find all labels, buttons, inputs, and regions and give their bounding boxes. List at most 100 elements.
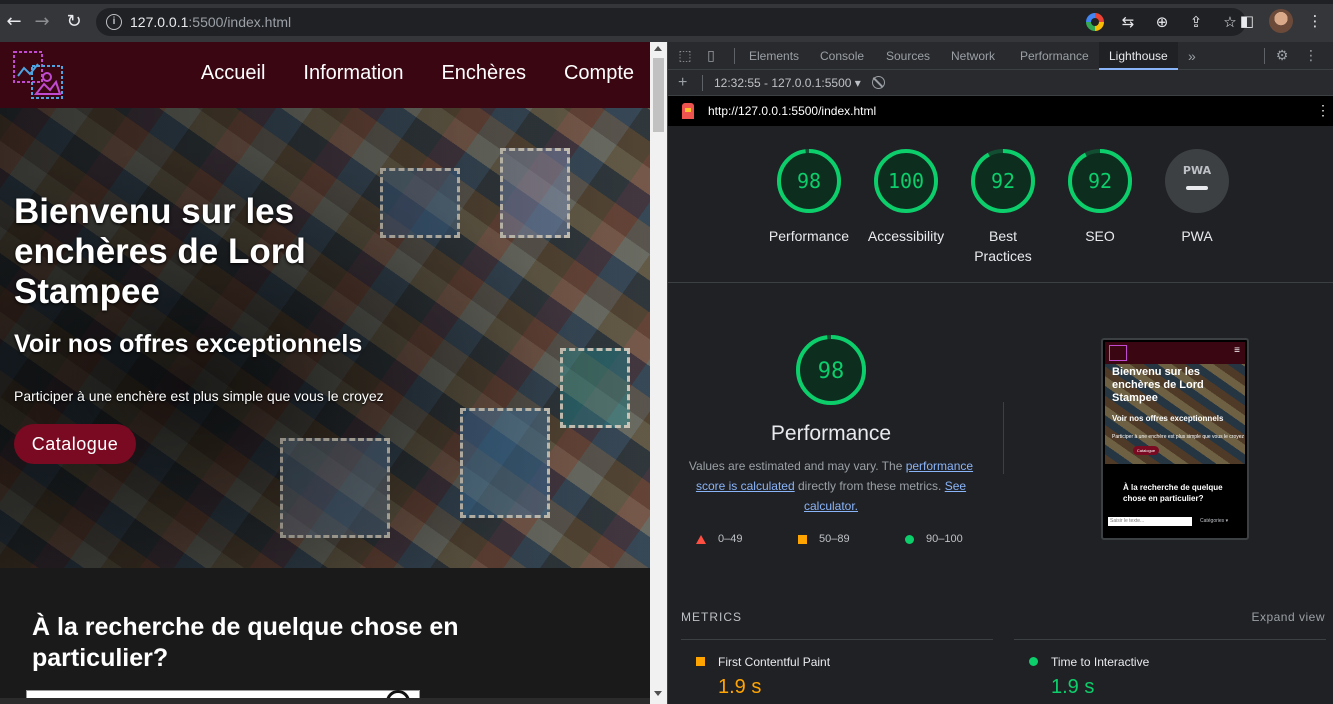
inspect-icon[interactable]: ⬚	[676, 47, 694, 65]
reload-icon[interactable]: ↻	[62, 10, 86, 34]
devtools-menu-icon[interactable]: ⋮	[1302, 47, 1320, 65]
final-screenshot-thumbnail[interactable]: ≡ Bienvenu sur les enchères de Lord Stam…	[1101, 338, 1249, 540]
report-menu-icon[interactable]: ⋮	[1316, 102, 1330, 119]
info-icon[interactable]: i	[106, 14, 122, 30]
address-bar[interactable]: i 127.0.0.1:5500/index.html ⇆ ⊕ ⇪ ☆	[96, 8, 1246, 36]
score-ring: 100	[874, 149, 938, 213]
tab-sources[interactable]: Sources	[886, 42, 930, 70]
nav-information[interactable]: Information	[303, 62, 403, 85]
average-square-icon	[696, 657, 705, 666]
performance-big-gauge: 98	[795, 334, 867, 411]
device-toggle-icon[interactable]: ▯	[702, 47, 720, 65]
thumb-question: À la recherche de quelque chose en parti…	[1123, 483, 1223, 503]
gauge-pwa[interactable]: PWA PWA	[1147, 148, 1247, 246]
back-icon[interactable]: ←	[2, 10, 26, 34]
big-score-value: 98	[818, 359, 845, 384]
thumb-button: Catalogue	[1133, 446, 1159, 455]
gauge-performance[interactable]: 98 Performance	[759, 148, 859, 246]
website-viewport: Accueil Information Enchères Compte Bien…	[0, 42, 650, 704]
zoom-icon[interactable]: ⊕	[1152, 12, 1172, 32]
search-heading: À la recherche de quelque chose en parti…	[32, 613, 459, 672]
score-ring: 92	[971, 149, 1035, 213]
fail-triangle-icon	[696, 534, 706, 544]
gauge-label: PWA	[1181, 228, 1213, 244]
performance-title: Performance	[770, 422, 892, 445]
stamp-logo-icon[interactable]	[12, 50, 64, 100]
thumb-subtitle: Voir nos offres exceptionnels	[1112, 414, 1224, 423]
hero-banner: Bienvenu sur les enchères de Lord Stampe…	[0, 108, 650, 568]
score-value: 100	[888, 169, 924, 193]
pwa-badge-icon: PWA	[1165, 149, 1229, 213]
gauge-accessibility[interactable]: 100 Accessibility	[856, 148, 956, 246]
tab-lighthouse[interactable]: Lighthouse	[1099, 42, 1178, 70]
site-nav: Accueil Information Enchères Compte	[201, 62, 634, 85]
devtools-panel: ⬚ ▯ Elements Console Sources Network Per…	[667, 42, 1333, 704]
forward-icon[interactable]: →	[30, 10, 54, 34]
tab-strip	[0, 0, 1333, 4]
average-square-icon	[798, 534, 807, 544]
catalogue-button[interactable]: Catalogue	[14, 424, 136, 464]
expand-view-toggle[interactable]: Expand view	[1251, 610, 1325, 624]
score-value: 92	[991, 169, 1015, 193]
nav-compte[interactable]: Compte	[564, 62, 634, 85]
devtools-tabbar: ⬚ ▯ Elements Console Sources Network Per…	[668, 42, 1333, 70]
hero-title: Bienvenu sur les enchères de Lord Stampe…	[14, 192, 306, 311]
score-ring: 92	[1068, 149, 1132, 213]
score-ring: 98	[796, 335, 866, 405]
thumb-title: Bienvenu sur les enchères de Lord Stampe…	[1112, 366, 1204, 404]
pass-circle-icon	[905, 534, 914, 544]
thumb-search: Saisir le texte...	[1108, 517, 1192, 526]
score-description: Values are estimated and may vary. The p…	[688, 459, 974, 513]
google-icon[interactable]	[1086, 13, 1104, 31]
site-header: Accueil Information Enchères Compte	[0, 42, 650, 108]
score-ring: 98	[777, 149, 841, 213]
address-url: 127.0.0.1:5500/index.html	[130, 14, 292, 30]
more-tabs-icon[interactable]: »	[1188, 42, 1196, 70]
report-selector[interactable]: 12:32:55 - 127.0.0.1:5500 ▾	[714, 76, 861, 90]
thumb-logo-icon	[1109, 345, 1127, 361]
tab-performance[interactable]: Performance	[1020, 42, 1089, 70]
clear-icon[interactable]	[872, 76, 885, 89]
metrics-heading: METRICS	[681, 610, 742, 624]
gauge-label: Best Practices	[974, 228, 1032, 264]
taskbar-edge	[0, 698, 650, 704]
report-url: http://127.0.0.1:5500/index.html	[708, 104, 877, 118]
browser-toolbar: ← → ↻ i 127.0.0.1:5500/index.html ⇆ ⊕ ⇪ …	[0, 0, 1333, 42]
share-icon[interactable]: ⇪	[1186, 12, 1206, 32]
score-gauges: 98 Performance 100 Accessibility 92 Best…	[668, 142, 1333, 282]
tab-elements[interactable]: Elements	[749, 42, 799, 70]
metric-name: Time to Interactive	[1051, 655, 1150, 669]
thumb-category: Catégories ▾	[1200, 518, 1229, 524]
nav-accueil[interactable]: Accueil	[201, 62, 265, 85]
translate-icon[interactable]: ⇆	[1118, 12, 1138, 32]
scroll-down-icon[interactable]	[654, 691, 662, 696]
profile-avatar[interactable]	[1269, 9, 1293, 33]
nav-encheres[interactable]: Enchères	[441, 62, 526, 85]
scroll-thumb[interactable]	[653, 58, 664, 132]
score-value: 98	[797, 169, 821, 193]
hero-subtitle: Voir nos offres exceptionnels	[14, 330, 363, 358]
hero-text: Participer à une enchère est plus simple…	[14, 388, 384, 404]
gauge-seo[interactable]: 92 SEO	[1050, 148, 1150, 246]
tab-network[interactable]: Network	[951, 42, 995, 70]
gauge-label: Accessibility	[867, 228, 945, 244]
thumb-text: Participer à une enchère est plus simple…	[1112, 434, 1245, 440]
lighthouse-icon	[682, 103, 694, 119]
pass-circle-icon	[1029, 657, 1038, 666]
svg-text:PWA: PWA	[1183, 164, 1212, 177]
hamburger-icon: ≡	[1234, 345, 1240, 356]
tab-console[interactable]: Console	[820, 42, 864, 70]
metric-name: First Contentful Paint	[718, 655, 831, 669]
score-legend: 0–49 50–89 90–100	[694, 533, 984, 551]
menu-icon[interactable]: ⋮	[1305, 11, 1325, 31]
gauge-best-practices[interactable]: 92 Best Practices	[953, 148, 1053, 266]
sidebar-icon[interactable]: ◧	[1237, 11, 1257, 31]
page-scrollbar[interactable]	[650, 42, 667, 704]
report-url-bar: http://127.0.0.1:5500/index.html ⋮	[668, 96, 1333, 126]
metric-value: 1.9 s	[1051, 676, 1095, 698]
gauge-label: Performance	[768, 228, 850, 244]
scroll-up-icon[interactable]	[654, 46, 662, 51]
metric-value: 1.9 s	[718, 676, 762, 698]
new-report-icon[interactable]: +	[678, 74, 687, 92]
settings-gear-icon[interactable]: ⚙	[1273, 47, 1291, 65]
